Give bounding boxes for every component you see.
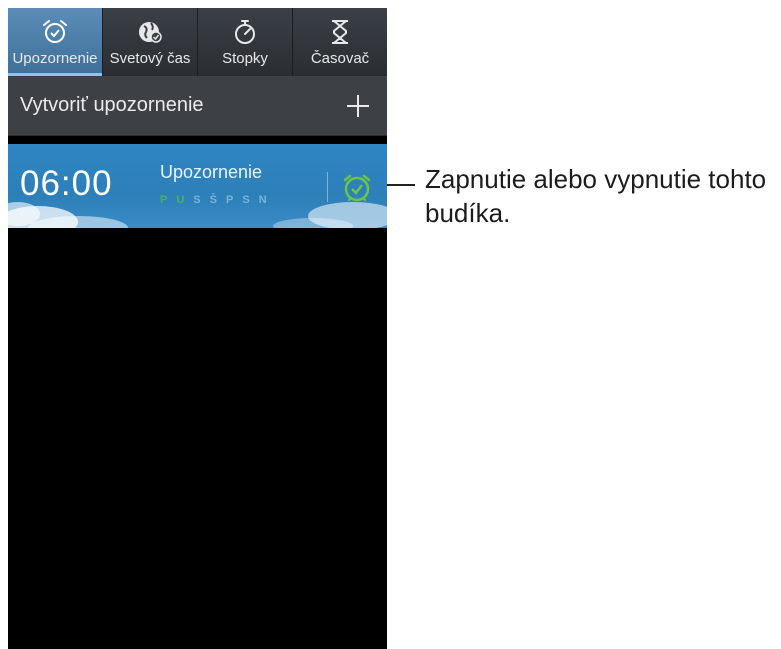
tab-alarm[interactable]: Upozornenie <box>8 8 103 76</box>
tab-label: Stopky <box>222 50 268 67</box>
plus-icon <box>347 94 369 117</box>
tab-world-clock[interactable]: Svetový čas <box>103 8 198 76</box>
alarm-item[interactable]: 06:00 Upozornenie P U S Š P S N <box>8 144 387 228</box>
alarm-day: U <box>176 194 185 206</box>
alarm-time: 06:00 <box>20 164 113 203</box>
tab-label: Upozornenie <box>12 50 98 67</box>
tab-bar: Upozornenie Svetový čas Stopky Časovač <box>8 8 387 76</box>
alarm-days: P U S Š P S N <box>160 194 267 206</box>
tab-label: Časovač <box>310 50 370 67</box>
create-alarm-label: Vytvoriť upozornenie <box>20 94 204 116</box>
hourglass-icon <box>332 20 348 44</box>
globe-icon <box>139 22 162 43</box>
alarm-day: N <box>258 194 267 206</box>
create-alarm-button[interactable]: Vytvoriť upozornenie <box>8 76 387 136</box>
alarm-day: Š <box>209 194 217 206</box>
alarm-toggle-icon[interactable] <box>341 172 373 204</box>
alarm-day: P <box>225 194 234 206</box>
alarm-day: S <box>242 194 250 206</box>
alarm-day: P <box>160 194 168 206</box>
phone-screen: Upozornenie Svetový čas Stopky Časovač V… <box>8 8 387 649</box>
stopwatch-icon <box>235 20 255 44</box>
callout-leader-line <box>387 184 415 186</box>
tab-stopwatch[interactable]: Stopky <box>198 8 293 76</box>
tab-timer[interactable]: Časovač <box>293 8 387 76</box>
divider <box>327 172 328 202</box>
alarm-day: S <box>193 194 201 206</box>
tab-label: Svetový čas <box>109 50 191 67</box>
alarm-name: Upozornenie <box>160 162 263 182</box>
alarm-clock-icon <box>43 20 67 43</box>
callout-text: Zapnutie alebo vypnutie tohto budíka. <box>425 164 767 228</box>
